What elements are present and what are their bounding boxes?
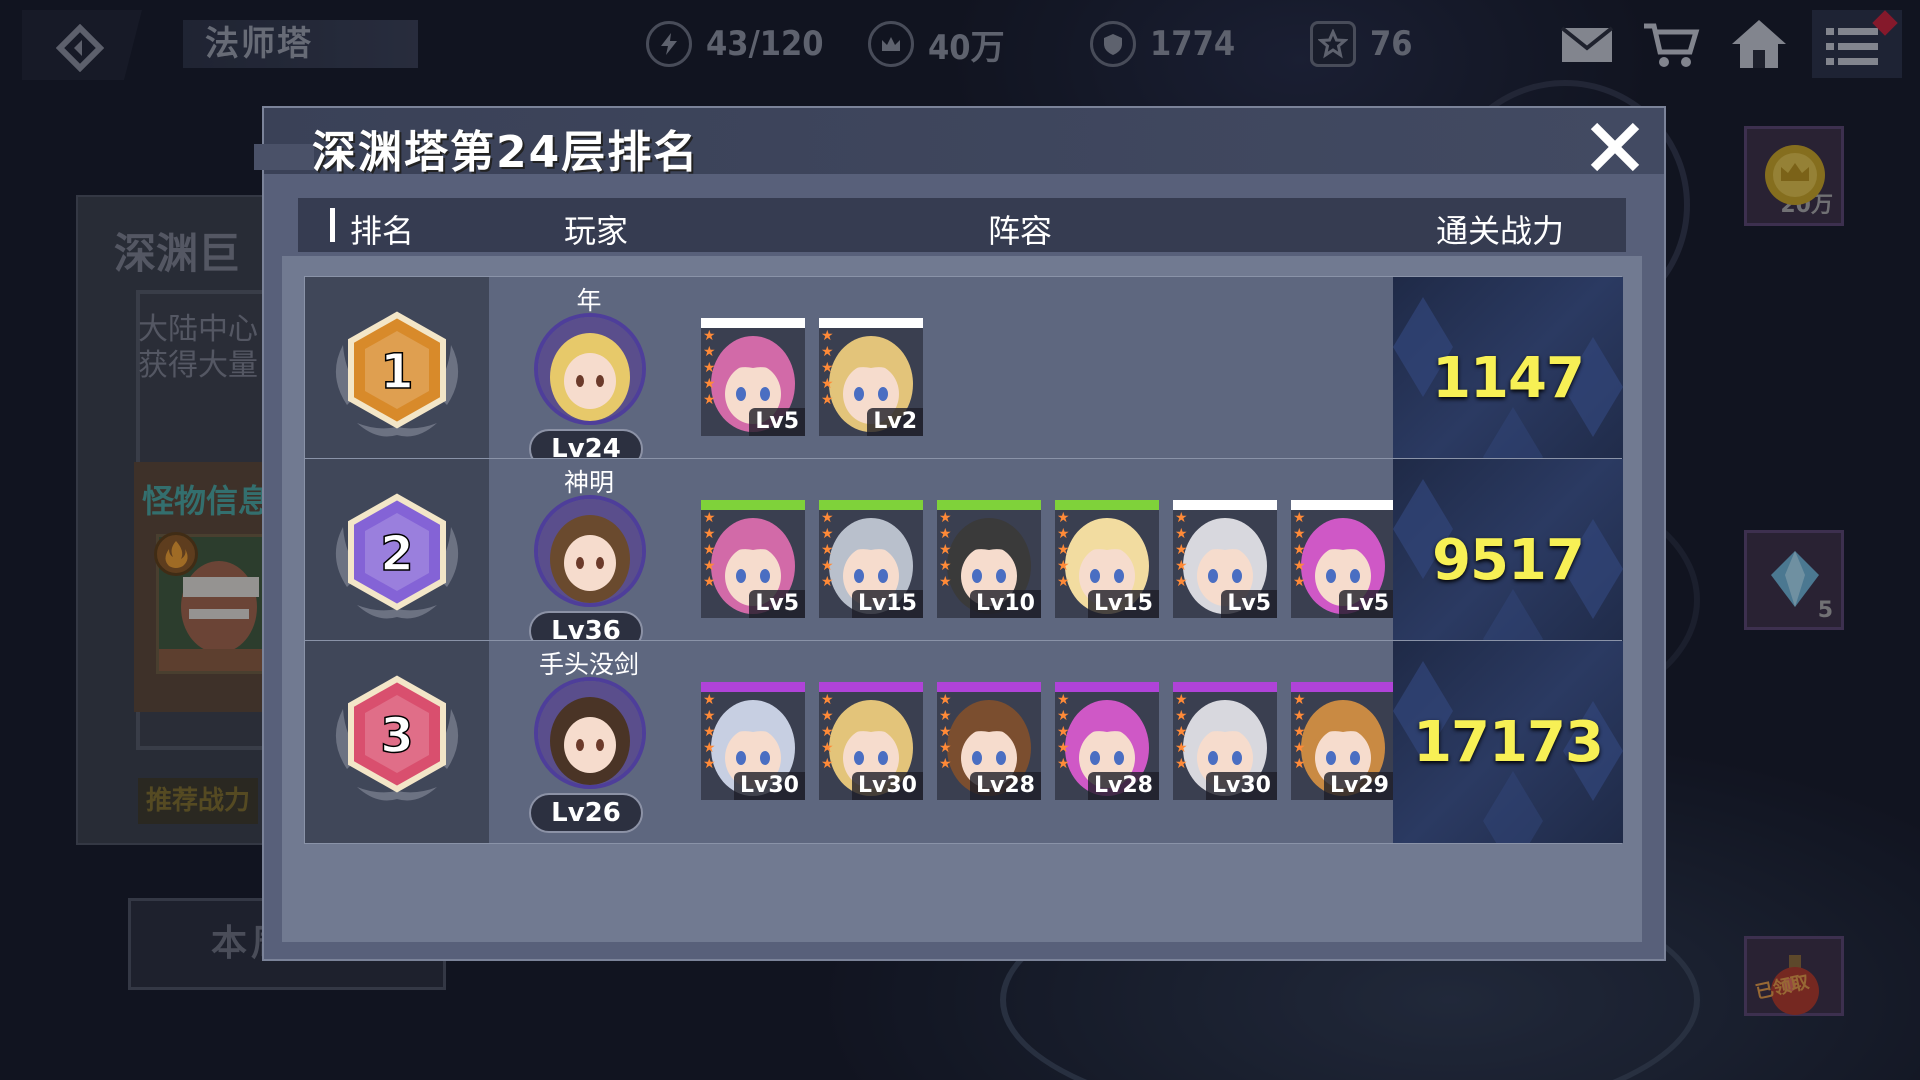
col-player: 玩家 bbox=[564, 212, 629, 250]
hero-rarity-bar bbox=[1055, 682, 1159, 692]
hero-stars-icon: ★ ★ ★ ★ ★ bbox=[1057, 510, 1070, 590]
hero-rarity-bar bbox=[1291, 500, 1395, 510]
power-value: 17173 bbox=[1413, 710, 1604, 775]
player-name: 神明 bbox=[563, 468, 614, 497]
power-cell: 17173 bbox=[1393, 641, 1623, 843]
hero-card[interactable]: ★ ★ ★ ★ ★ Lv30 bbox=[1173, 682, 1277, 800]
header-accent bbox=[254, 144, 314, 170]
hero-level: Lv28 bbox=[1088, 772, 1159, 800]
hero-card[interactable]: ★ ★ ★ ★ ★ Lv10 bbox=[937, 500, 1041, 618]
hero-rarity-bar bbox=[701, 500, 805, 510]
hero-stars-icon: ★ ★ ★ ★ ★ bbox=[703, 510, 716, 590]
hero-level: Lv30 bbox=[1206, 772, 1277, 800]
hero-card[interactable]: ★ ★ ★ ★ ★ Lv15 bbox=[819, 500, 923, 618]
player-avatar[interactable] bbox=[534, 495, 646, 607]
player-name: 手头没剑 bbox=[538, 650, 639, 679]
ranking-row[interactable]: 3 手头没剑 Lv26 ★ ★ ★ ★ ★ Lv30 ★ ★ ★ ★ ★ Lv30 ★ ★ ★ ★ ★ Lv2… bbox=[304, 640, 1623, 844]
player-avatar[interactable] bbox=[534, 313, 646, 425]
hero-card[interactable]: ★ ★ ★ ★ ★ Lv30 bbox=[819, 682, 923, 800]
hero-level: Lv5 bbox=[749, 408, 805, 436]
rank-cell: 2 bbox=[305, 459, 489, 661]
hero-level: Lv30 bbox=[852, 772, 923, 800]
column-header: 排名 玩家 阵容 通关战力 bbox=[298, 198, 1626, 252]
hero-stars-icon: ★ ★ ★ ★ ★ bbox=[1175, 692, 1188, 772]
rank-cell: 3 bbox=[305, 641, 489, 843]
player-avatar[interactable] bbox=[534, 677, 646, 789]
hero-card[interactable]: ★ ★ ★ ★ ★ Lv15 bbox=[1055, 500, 1159, 618]
hero-level: Lv15 bbox=[852, 590, 923, 618]
hero-rarity-bar bbox=[937, 682, 1041, 692]
hero-level: Lv10 bbox=[970, 590, 1041, 618]
rank-cell: 1 bbox=[305, 277, 489, 479]
player-name: 年 bbox=[576, 286, 602, 315]
hero-rarity-bar bbox=[1173, 500, 1277, 510]
hero-stars-icon: ★ ★ ★ ★ ★ bbox=[821, 510, 834, 590]
ranking-modal: 深渊塔第24层排名 排名 玩家 阵容 通关战力 1 年 Lv24 ★ ★ ★ ★ ★ Lv… bbox=[254, 106, 1666, 961]
hero-stars-icon: ★ ★ ★ ★ ★ bbox=[821, 328, 834, 408]
hero-level: Lv29 bbox=[1324, 772, 1395, 800]
hero-stars-icon: ★ ★ ★ ★ ★ bbox=[821, 692, 834, 772]
hero-rarity-bar bbox=[1291, 682, 1395, 692]
hero-card[interactable]: ★ ★ ★ ★ ★ Lv29 bbox=[1291, 682, 1395, 800]
hero-level: Lv28 bbox=[970, 772, 1041, 800]
ranking-row[interactable]: 1 年 Lv24 ★ ★ ★ ★ ★ Lv5 ★ ★ ★ ★ ★ Lv2 1147 bbox=[304, 276, 1623, 480]
hero-stars-icon: ★ ★ ★ ★ ★ bbox=[703, 328, 716, 408]
hero-rarity-bar bbox=[937, 500, 1041, 510]
ranking-list: 1 年 Lv24 ★ ★ ★ ★ ★ Lv5 ★ ★ ★ ★ ★ Lv2 1147 2 神明 bbox=[282, 256, 1642, 942]
hero-rarity-bar bbox=[701, 318, 805, 328]
close-button[interactable] bbox=[1586, 118, 1644, 176]
hero-card[interactable]: ★ ★ ★ ★ ★ Lv5 bbox=[701, 500, 805, 618]
rank-badge-icon: 2 bbox=[317, 477, 477, 637]
header-marker bbox=[330, 208, 335, 242]
hero-stars-icon: ★ ★ ★ ★ ★ bbox=[1293, 510, 1306, 590]
hero-card[interactable]: ★ ★ ★ ★ ★ Lv5 bbox=[701, 318, 805, 436]
rank-badge-icon: 3 bbox=[317, 659, 477, 819]
svg-text:1: 1 bbox=[380, 344, 413, 400]
hero-level: Lv5 bbox=[1221, 590, 1277, 618]
player-info[interactable]: 年 Lv24 bbox=[519, 281, 659, 477]
hero-stars-icon: ★ ★ ★ ★ ★ bbox=[1175, 510, 1188, 590]
hero-stars-icon: ★ ★ ★ ★ ★ bbox=[1057, 692, 1070, 772]
player-info[interactable]: 手头没剑 Lv26 bbox=[519, 645, 659, 841]
hero-card[interactable]: ★ ★ ★ ★ ★ Lv30 bbox=[701, 682, 805, 800]
modal-title: 深渊塔第24层排名 bbox=[312, 127, 700, 178]
hero-rarity-bar bbox=[819, 500, 923, 510]
hero-card[interactable]: ★ ★ ★ ★ ★ Lv2 bbox=[819, 318, 923, 436]
hero-level: Lv15 bbox=[1088, 590, 1159, 618]
power-cell: 9517 bbox=[1393, 459, 1623, 661]
hero-rarity-bar bbox=[701, 682, 805, 692]
hero-level: Lv2 bbox=[867, 408, 923, 436]
hero-stars-icon: ★ ★ ★ ★ ★ bbox=[703, 692, 716, 772]
close-icon bbox=[1590, 122, 1640, 172]
col-rank: 排名 bbox=[350, 212, 415, 250]
hero-card[interactable]: ★ ★ ★ ★ ★ Lv28 bbox=[1055, 682, 1159, 800]
svg-text:2: 2 bbox=[380, 526, 413, 582]
hero-card[interactable]: ★ ★ ★ ★ ★ Lv28 bbox=[937, 682, 1041, 800]
power-value: 9517 bbox=[1432, 528, 1585, 593]
hero-rarity-bar bbox=[1173, 682, 1277, 692]
hero-stars-icon: ★ ★ ★ ★ ★ bbox=[939, 692, 952, 772]
svg-text:3: 3 bbox=[380, 708, 413, 764]
player-level: Lv26 bbox=[529, 793, 643, 833]
hero-card[interactable]: ★ ★ ★ ★ ★ Lv5 bbox=[1173, 500, 1277, 618]
power-cell: 1147 bbox=[1393, 277, 1623, 479]
rank-badge-icon: 1 bbox=[317, 295, 477, 455]
hero-rarity-bar bbox=[819, 318, 923, 328]
hero-stars-icon: ★ ★ ★ ★ ★ bbox=[939, 510, 952, 590]
player-info[interactable]: 神明 Lv36 bbox=[519, 463, 659, 659]
col-power: 通关战力 bbox=[1436, 212, 1565, 250]
ranking-row[interactable]: 2 神明 Lv36 ★ ★ ★ ★ ★ Lv5 ★ ★ ★ ★ ★ Lv15 ★ ★ ★ ★ ★ Lv10 ★… bbox=[304, 458, 1623, 662]
hero-level: Lv5 bbox=[749, 590, 805, 618]
col-team: 阵容 bbox=[988, 212, 1053, 250]
hero-stars-icon: ★ ★ ★ ★ ★ bbox=[1293, 692, 1306, 772]
power-value: 1147 bbox=[1432, 346, 1585, 411]
hero-level: Lv5 bbox=[1339, 590, 1395, 618]
hero-rarity-bar bbox=[1055, 500, 1159, 510]
hero-card[interactable]: ★ ★ ★ ★ ★ Lv5 bbox=[1291, 500, 1395, 618]
hero-level: Lv30 bbox=[734, 772, 805, 800]
hero-rarity-bar bbox=[819, 682, 923, 692]
